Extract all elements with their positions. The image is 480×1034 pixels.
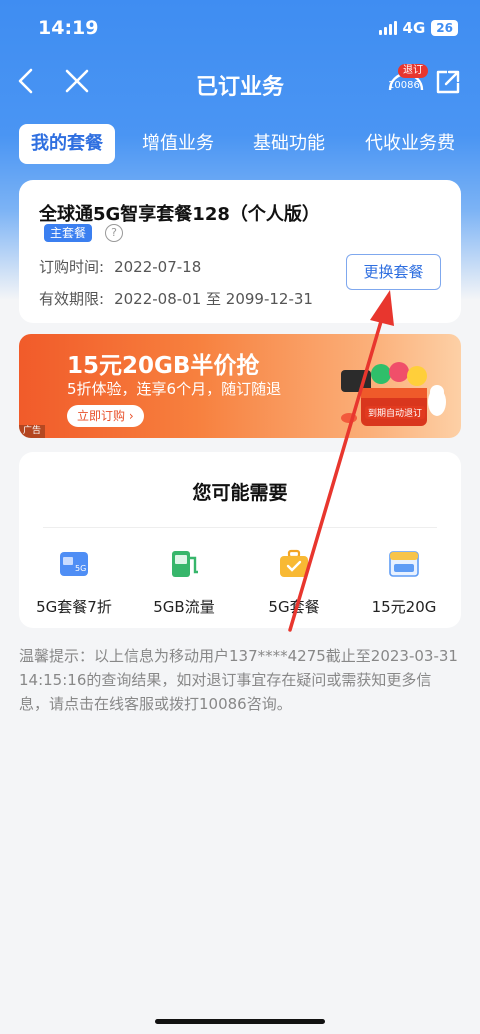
battery-icon: 26	[431, 20, 458, 36]
recommend-card: 您可能需要 5G 5G套餐7折 5GB流量 5G套餐 15元20G	[19, 452, 461, 628]
recommend-title: 您可能需要	[192, 482, 288, 504]
sim-card-icon: 5G	[60, 552, 88, 576]
valid-period-row: 有效期限: 2022-08-01 至 2099-12-31	[39, 288, 323, 309]
tab-my-plan[interactable]: 我的套餐	[19, 124, 115, 164]
promo-subtitle: 5折体验，连享6个月，随订随退	[67, 380, 282, 398]
recommend-item-5g-discount[interactable]: 5G 5G套餐7折	[19, 546, 129, 617]
svg-text:5G: 5G	[75, 564, 86, 573]
plan-name: 全球通5G智享套餐128（个人版）	[39, 204, 320, 225]
help-icon[interactable]: ?	[105, 224, 123, 242]
tab-collection-fees[interactable]: 代收业务费	[352, 124, 468, 164]
service-number: 10086	[388, 80, 420, 91]
network-type: 4G	[402, 19, 426, 37]
plan-card: 全球通5G智享套餐128（个人版） 主套餐 ? 订购时间: 2022-07-18 …	[19, 180, 461, 323]
briefcase-icon	[280, 549, 308, 577]
data-pump-icon	[172, 551, 198, 577]
tab-value-added[interactable]: 增值业务	[130, 124, 226, 164]
signal-icon	[378, 21, 397, 35]
recommend-item-15yuan-20g[interactable]: 15元20G	[349, 546, 459, 617]
order-time-value: 2022-07-18	[114, 258, 202, 276]
promo-title: 15元20GB半价抢	[67, 353, 260, 379]
valid-period-value: 2022-08-01 至 2099-12-31	[114, 290, 313, 308]
recommend-item-5g-plan[interactable]: 5G套餐	[239, 546, 349, 617]
promo-banner[interactable]: 15元20GB半价抢 5折体验，连享6个月，随订随退 立即订购 › 广告 到期自…	[19, 334, 461, 438]
recommend-label: 5G套餐7折	[36, 598, 112, 616]
status-indicators: 4G 26	[378, 19, 458, 37]
recommend-label: 5G套餐	[268, 598, 320, 616]
main-plan-badge: 主套餐	[44, 224, 93, 242]
divider	[43, 527, 437, 528]
order-time-label: 订购时间:	[39, 258, 105, 276]
warm-tip: 温馨提示：以上信息为移动用户137****4275截止至2023-03-31 1…	[19, 647, 458, 713]
order-time-row: 订购时间: 2022-07-18	[39, 256, 211, 277]
recommend-label: 5GB流量	[153, 598, 215, 616]
recommend-label: 15元20G	[371, 598, 437, 616]
status-time: 14:19	[38, 17, 99, 39]
ad-label: 广告	[19, 425, 46, 438]
order-now-button[interactable]: 立即订购 ›	[67, 405, 144, 427]
gift-box-illustration	[341, 362, 446, 426]
share-icon[interactable]	[434, 68, 462, 96]
home-indicator	[155, 1019, 325, 1024]
data-package-icon	[389, 551, 419, 577]
nav-bar: 已订业务 退订 10086	[0, 52, 480, 112]
status-bar: 14:19 4G 26	[0, 0, 480, 52]
recommend-item-5gb-data[interactable]: 5GB流量	[129, 546, 239, 617]
tab-basic-functions[interactable]: 基础功能	[241, 124, 337, 164]
valid-period-label: 有效期限:	[39, 290, 105, 308]
customer-service-button[interactable]: 退订 10086	[384, 60, 428, 104]
auto-unsubscribe-label: 到期自动退订	[365, 406, 426, 419]
unsubscribe-badge: 退订	[398, 64, 428, 78]
tab-bar: 我的套餐 增值业务 基础功能 代收业务费	[0, 120, 480, 168]
change-plan-button[interactable]: 更换套餐	[346, 254, 441, 290]
